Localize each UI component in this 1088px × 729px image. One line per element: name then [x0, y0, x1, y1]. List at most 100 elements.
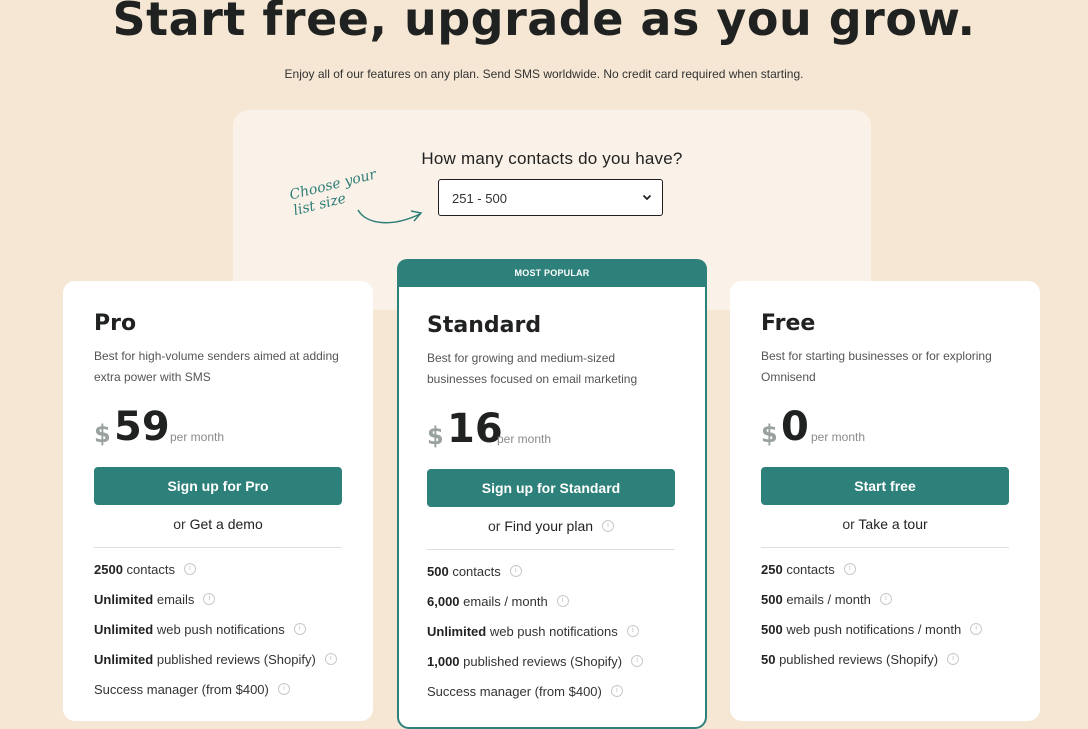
most-popular-badge: MOST POPULAR — [397, 259, 707, 287]
price-row: $ 59 per month — [94, 404, 342, 454]
feature-label: published reviews (Shopify) — [459, 654, 623, 669]
currency-symbol: $ — [94, 420, 111, 448]
feature-value: 500 — [761, 592, 783, 607]
feature-label: published reviews (Shopify) — [153, 652, 316, 667]
divider — [94, 547, 342, 548]
feature-label: web push notifications / month — [782, 622, 962, 637]
alt-prefix: or — [842, 516, 855, 532]
price-amount: 0 — [781, 404, 809, 450]
feature-label: web push notifications — [486, 624, 618, 639]
info-icon[interactable]: i — [631, 655, 644, 667]
feature-item: Unlimited web push notifications i — [94, 622, 342, 652]
feature-item: 250 contacts i — [761, 562, 1009, 592]
alt-prefix: or — [487, 518, 501, 534]
info-icon[interactable]: i — [293, 623, 306, 635]
alt-action-row: or Take a tour — [761, 516, 1009, 538]
info-icon[interactable]: i — [879, 593, 892, 605]
feature-value: 50 — [761, 652, 776, 667]
feature-item: 500 emails / month i — [761, 592, 1009, 622]
price-amount: 16 — [447, 406, 503, 452]
feature-value: 500 — [427, 564, 449, 579]
price-period: per month — [811, 430, 866, 444]
info-icon[interactable]: i — [509, 565, 522, 577]
info-icon[interactable]: i — [324, 653, 337, 665]
plan-description: Best for growing and medium-sized busine… — [427, 351, 638, 386]
feature-label: Success manager (from $400) — [94, 682, 269, 697]
contacts-select[interactable]: 251 - 500 — [438, 179, 663, 216]
feature-value: 1,000 — [427, 654, 460, 669]
feature-value: 250 — [761, 562, 783, 577]
alt-prefix: or — [173, 516, 186, 532]
feature-item: Success manager (from $400) i — [94, 682, 342, 712]
plan-card-free: Free Best for starting businesses or for… — [730, 281, 1040, 721]
feature-value: 6,000 — [427, 594, 460, 609]
feature-label: emails / month — [782, 592, 871, 607]
info-icon[interactable]: i — [277, 683, 290, 695]
feature-label: published reviews (Shopify) — [775, 652, 939, 667]
feature-item: Unlimited published reviews (Shopify) i — [94, 652, 342, 682]
feature-item: 6,000 emails / month i — [427, 594, 675, 624]
price-row: $ 16 per month — [427, 406, 675, 456]
plan-card-standard: MOST POPULAR Standard Best for growing a… — [397, 259, 707, 729]
chevron-down-icon — [642, 194, 652, 201]
feature-item: Unlimited web push notifications i — [427, 624, 675, 654]
curved-arrow-icon — [357, 209, 423, 224]
divider — [427, 549, 675, 550]
info-icon[interactable]: i — [203, 593, 216, 605]
get-a-demo-link[interactable]: Get a demo — [190, 516, 263, 532]
alt-action-row: or Find your plan i — [427, 518, 675, 540]
price-period: per month — [497, 432, 552, 446]
page-title: Start free, upgrade as you grow. — [112, 0, 976, 46]
feature-label: contacts — [782, 562, 835, 577]
feature-item: 500 web push notifications / month i — [761, 622, 1009, 652]
info-icon[interactable]: i — [947, 653, 960, 665]
plan-description: Best for starting businesses or for expl… — [761, 349, 992, 384]
alt-action-row: or Get a demo — [94, 516, 342, 538]
price-period: per month — [170, 430, 225, 444]
info-icon[interactable]: i — [183, 563, 196, 575]
info-icon[interactable]: i — [602, 520, 615, 532]
price-row: $ 0 per month — [761, 404, 1009, 454]
feature-label: emails — [153, 592, 195, 607]
plan-name: Standard — [427, 313, 542, 338]
info-icon[interactable]: i — [843, 563, 856, 575]
feature-label: contacts — [122, 562, 175, 577]
currency-symbol: $ — [427, 422, 444, 450]
sign-up-pro-button[interactable]: Sign up for Pro — [94, 467, 342, 505]
sign-up-standard-button[interactable]: Sign up for Standard — [427, 469, 675, 507]
info-icon[interactable]: i — [970, 623, 983, 635]
plan-name: Pro — [94, 311, 137, 336]
find-your-plan-link[interactable]: Find your plan — [504, 518, 593, 534]
feature-value: Unlimited — [94, 622, 154, 637]
plan-description: Best for high-volume senders aimed at ad… — [94, 349, 339, 384]
feature-item: Success manager (from $400) i — [427, 684, 675, 714]
feature-item: Unlimited emails i — [94, 592, 342, 622]
feature-label: emails / month — [459, 594, 548, 609]
feature-item: 500 contacts i — [427, 564, 675, 594]
feature-value: 2500 — [94, 562, 123, 577]
divider — [761, 547, 1009, 548]
contacts-select-value: 251 - 500 — [452, 191, 507, 206]
feature-item: 1,000 published reviews (Shopify) i — [427, 654, 675, 684]
feature-item: 2500 contacts i — [94, 562, 342, 592]
info-icon[interactable]: i — [626, 625, 639, 637]
feature-value: Unlimited — [427, 624, 487, 639]
plan-name: Free — [761, 311, 816, 336]
plan-card-pro: Pro Best for high-volume senders aimed a… — [63, 281, 373, 721]
feature-item: 50 published reviews (Shopify) i — [761, 652, 1009, 682]
start-free-button[interactable]: Start free — [761, 467, 1009, 505]
page-subtitle: Enjoy all of our features on any plan. S… — [284, 67, 804, 81]
feature-list: 500 contacts i 6,000 emails / month i Unli… — [427, 564, 675, 714]
info-icon[interactable]: i — [556, 595, 569, 607]
feature-list: 2500 contacts i Unlimited emails i Unlimit… — [94, 562, 342, 712]
feature-label: web push notifications — [153, 622, 285, 637]
feature-label: contacts — [448, 564, 501, 579]
price-amount: 59 — [114, 404, 170, 450]
feature-list: 250 contacts i 500 emails / month i 500 we… — [761, 562, 1009, 682]
info-icon[interactable]: i — [610, 685, 623, 697]
feature-value: Unlimited — [94, 652, 154, 667]
feature-label: Success manager (from $400) — [427, 684, 602, 699]
take-a-tour-link[interactable]: Take a tour — [858, 516, 927, 532]
currency-symbol: $ — [761, 420, 778, 448]
feature-value: Unlimited — [94, 592, 154, 607]
